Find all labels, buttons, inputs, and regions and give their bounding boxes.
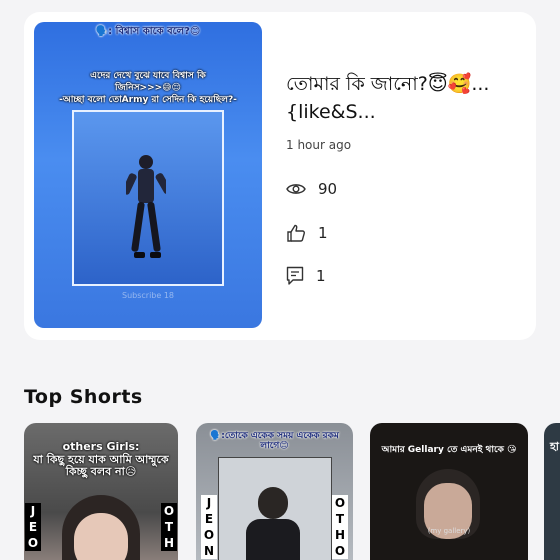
short-inner-label: (my gallery) <box>427 527 471 535</box>
video-thumbnail[interactable]: 🗣️: বিশ্বাস কাকে বলে?😊 এদের দেখে বুঝে যা… <box>34 22 262 328</box>
views-count: 90 <box>318 180 338 198</box>
section-title: Top Shorts <box>24 386 143 408</box>
views-stat: 90 <box>286 180 337 198</box>
thumbs-up-icon[interactable] <box>286 224 306 242</box>
short-card[interactable]: আমার Gellary তে এমনই থাকে 😘 (my gallery) <box>370 423 528 560</box>
short-vertical-text-right: O T H O <box>332 495 348 559</box>
thumbnail-text-line: -আচ্ছা বলো তোArmy রা সেদিন কি হয়েছিল?- <box>59 95 237 105</box>
like-count: 1 <box>318 224 328 242</box>
short-vertical-text-left: J E O <box>25 503 41 551</box>
comment-count: 1 <box>316 267 326 285</box>
short-vertical-text-right: O T H <box>161 503 177 551</box>
eye-icon <box>286 184 306 194</box>
short-caption: others Girls: যা কিছু হয়ে যাক আমি আম্মু… <box>33 440 169 479</box>
short-card[interactable]: 🗣️:তোকে একেক সময় একেক রকম লাগে😊 J E O N… <box>196 423 353 560</box>
thumbnail-header-text: 🗣️: বিশ্বাস কাকে বলে?😊 <box>95 26 201 37</box>
thumbnail-inner-frame <box>72 110 224 286</box>
comment-stat[interactable]: 1 <box>286 266 326 286</box>
like-stat[interactable]: 1 <box>286 224 328 242</box>
video-title[interactable]: তোমার কি জানো?😇🥰...{like&S... <box>286 70 526 126</box>
short-caption: 🗣️:তোকে একেক সময় একেক রকম লাগে😊 <box>210 431 339 452</box>
thumbnail-watermark: Subscribe 18 <box>121 291 175 300</box>
video-time-ago: 1 hour ago <box>286 138 352 152</box>
short-caption: আমার Gellary তে এমনই থাকে 😘 <box>381 445 517 455</box>
short-face <box>74 513 128 560</box>
short-card[interactable]: others Girls: যা কিছু হয়ে যাক আমি আম্মু… <box>24 423 178 560</box>
short-person-head <box>258 487 288 519</box>
short-caption: হা <box>550 440 559 453</box>
short-vertical-text-left: J E O N <box>201 495 217 559</box>
dancer-figure <box>126 155 166 258</box>
short-person-body <box>246 519 300 560</box>
comment-icon[interactable] <box>286 266 304 286</box>
video-card[interactable]: 🗣️: বিশ্বাস কাকে বলে?😊 এদের দেখে বুঝে যা… <box>24 12 536 340</box>
short-card[interactable]: হা <box>544 423 560 560</box>
